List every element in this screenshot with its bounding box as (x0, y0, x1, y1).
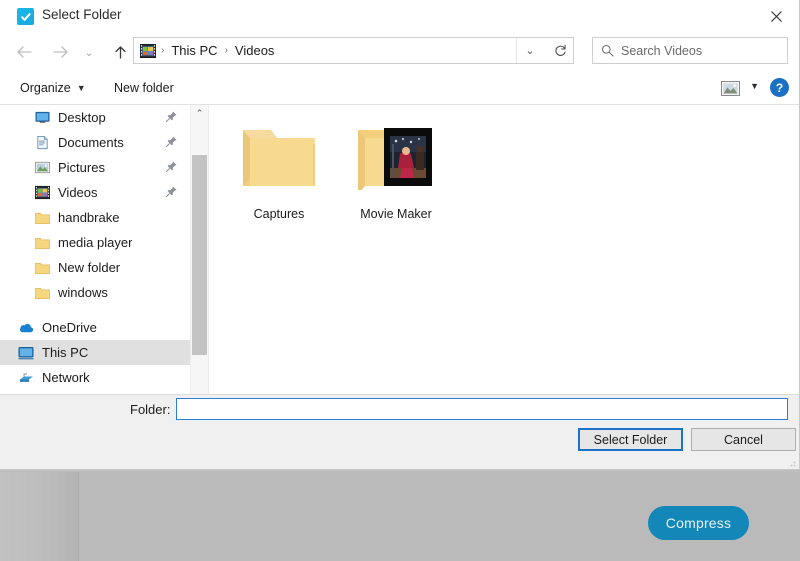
dialog-title: Select Folder (42, 7, 122, 22)
sidebar-item-new-folder[interactable]: New folder (0, 255, 190, 280)
folder-thumbnail-icon (340, 113, 452, 201)
file-item-captures[interactable]: Captures (223, 113, 335, 221)
pin-icon[interactable] (165, 185, 178, 201)
sidebar-item-pictures[interactable]: Pictures (0, 155, 190, 180)
dialog-footer: Folder: Select Folder Cancel (0, 394, 800, 470)
file-name: Movie Maker (340, 207, 452, 221)
address-chevron-down-icon[interactable]: ⌄ (516, 38, 543, 63)
navigation-sidebar[interactable]: Desktop (0, 105, 190, 427)
sidebar-item-label: Documents (58, 135, 124, 150)
organize-button[interactable]: Organize ▼ (14, 77, 92, 99)
sidebar-item-label: New folder (58, 260, 120, 275)
navigation-bar: ⌄ › This (0, 32, 799, 72)
sidebar-scrollbar[interactable]: ⌃ ⌄ (190, 105, 208, 427)
arrow-right-icon[interactable] (48, 40, 72, 64)
dialog-title-bar: Select Folder (0, 0, 799, 32)
sidebar-spacer (0, 305, 190, 315)
file-item-movie-maker[interactable]: Movie Maker (340, 113, 452, 221)
folder-icon (34, 210, 50, 226)
arrow-up-icon[interactable] (108, 40, 132, 64)
sidebar-item-label: Desktop (58, 110, 106, 125)
recent-locations-chevron-down-icon[interactable]: ⌄ (80, 40, 98, 64)
address-bar[interactable]: › This PC › Videos ⌄ (133, 37, 573, 64)
folder-icon (34, 235, 50, 251)
sidebar-item-windows[interactable]: windows (0, 280, 190, 305)
network-icon (18, 370, 34, 386)
breadcrumb-separator-1: › (220, 45, 233, 56)
view-chevron-down-icon[interactable]: ▼ (750, 81, 759, 91)
arrow-left-icon[interactable] (12, 40, 36, 64)
this-pc-icon (18, 345, 34, 361)
sidebar-item-label: Network (42, 370, 90, 385)
cancel-button[interactable]: Cancel (691, 428, 796, 451)
dialog-body: Desktop (0, 105, 799, 427)
sidebar-item-label: windows (58, 285, 108, 300)
onedrive-icon (18, 320, 34, 336)
folder-field-label: Folder: (130, 402, 170, 417)
pictures-icon (34, 160, 50, 176)
view-pane-icon[interactable] (719, 78, 741, 98)
sidebar-item-desktop[interactable]: Desktop (0, 105, 190, 130)
organize-label: Organize (20, 81, 71, 95)
sidebar-item-handbrake[interactable]: handbrake (0, 205, 190, 230)
search-placeholder: Search Videos (621, 44, 702, 58)
sidebar-item-label: This PC (42, 345, 88, 360)
sidebar-item-network[interactable]: Network (0, 365, 190, 390)
desktop-icon (34, 110, 50, 126)
videos-icon (34, 185, 50, 201)
breadcrumb-separator-0: › (156, 45, 169, 56)
refresh-icon[interactable] (548, 37, 574, 64)
sidebar-item-label: OneDrive (42, 320, 97, 335)
breadcrumb-item-this-pc[interactable]: This PC (169, 43, 219, 58)
resize-grip-icon[interactable] (787, 458, 796, 467)
folder-icon (223, 113, 335, 201)
breadcrumb-item-videos[interactable]: Videos (233, 43, 277, 58)
video-folder-icon (140, 43, 156, 59)
chevron-up-icon[interactable]: ⌃ (191, 105, 208, 122)
dialog-toolbar: Organize ▼ New folder ▼ ? (0, 72, 799, 105)
folder-icon (34, 285, 50, 301)
sidebar-item-label: handbrake (58, 210, 119, 225)
file-list-area[interactable]: Captures (208, 105, 799, 427)
help-icon[interactable]: ? (770, 78, 789, 97)
pin-icon[interactable] (165, 110, 178, 126)
background-left-panel (0, 472, 78, 561)
sidebar-item-onedrive[interactable]: OneDrive (0, 315, 190, 340)
folder-icon (34, 260, 50, 276)
select-folder-button[interactable]: Select Folder (578, 428, 683, 451)
close-icon[interactable] (753, 0, 799, 32)
sidebar-item-label: Videos (58, 185, 98, 200)
pin-icon[interactable] (165, 160, 178, 176)
scrollbar-thumb[interactable] (192, 155, 207, 355)
checkmark-icon (17, 8, 34, 25)
sidebar-item-media-player[interactable]: media player (0, 230, 190, 255)
file-grid: Captures (209, 105, 799, 119)
chevron-down-icon: ▼ (77, 83, 86, 93)
sidebar-item-videos[interactable]: Videos (0, 180, 190, 205)
pin-icon[interactable] (165, 135, 178, 151)
select-folder-dialog: Select Folder ⌄ (0, 0, 800, 470)
new-folder-button[interactable]: New folder (108, 77, 180, 99)
documents-icon (34, 135, 50, 151)
search-icon (601, 44, 614, 57)
sidebar-item-label: Pictures (58, 160, 105, 175)
search-input[interactable]: Search Videos (592, 37, 788, 64)
compress-button[interactable]: Compress (648, 506, 749, 540)
folder-input[interactable] (176, 398, 788, 420)
sidebar-item-documents[interactable]: Documents (0, 130, 190, 155)
sidebar-item-label: media player (58, 235, 132, 250)
new-folder-label: New folder (114, 81, 174, 95)
file-name: Captures (223, 207, 335, 221)
sidebar-item-this-pc[interactable]: This PC (0, 340, 190, 365)
